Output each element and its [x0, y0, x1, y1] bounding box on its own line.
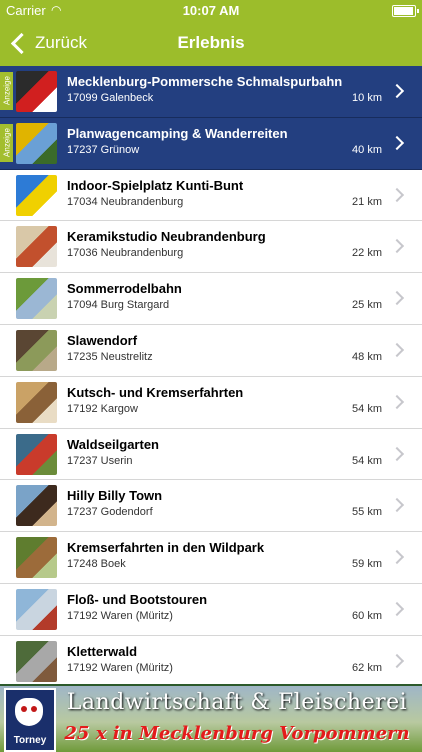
- item-distance: 54 km: [352, 454, 382, 467]
- item-location: 17034 Neubrandenburg: [67, 195, 184, 208]
- ad-label: Anzeige: [2, 76, 12, 105]
- item-title: Kutsch- und Kremserfahrten: [67, 384, 244, 400]
- list-item[interactable]: Waldseilgarten 17237 Userin 54 km: [0, 428, 422, 481]
- item-distance: 48 km: [352, 350, 382, 363]
- item-location: 17235 Neustrelitz: [67, 350, 153, 363]
- item-distance: 40 km: [352, 143, 382, 156]
- brand-logo: Torney: [4, 688, 56, 752]
- item-distance: 60 km: [352, 609, 382, 622]
- item-distance: 62 km: [352, 661, 382, 674]
- thumbnail-image: [16, 381, 57, 423]
- list-item[interactable]: Keramikstudio Neubrandenburg 17036 Neubra…: [0, 221, 422, 274]
- ad-tag: Anzeige: [0, 72, 13, 110]
- item-title: Waldseilgarten: [67, 436, 159, 452]
- thumbnail-image: [16, 278, 57, 320]
- item-distance: 59 km: [352, 558, 382, 571]
- chevron-right-icon: [389, 83, 405, 99]
- thumbnail-image: [16, 174, 57, 216]
- item-title: Mecklenburg-Pommersche Schmalspurbahn: [67, 74, 343, 89]
- thumbnail-image: [16, 71, 57, 112]
- thumbnail-image: [16, 485, 57, 527]
- item-title: Hilly Billy Town: [67, 488, 163, 504]
- item-location: 17192 Waren (Müritz): [67, 609, 173, 622]
- item-location: 17237 Grünow: [67, 143, 140, 156]
- battery-icon: [392, 5, 419, 17]
- item-location: 17237 Godendorf: [67, 506, 153, 519]
- chevron-right-icon: [389, 342, 405, 358]
- item-title: Slawendorf: [67, 332, 138, 348]
- item-title: Sommerrodelbahn: [67, 281, 182, 297]
- item-title: Planwagencamping & Wanderreiten: [67, 125, 288, 141]
- item-title: Indoor-Spielplatz Kunti-Bunt: [67, 177, 244, 193]
- item-location: 17192 Waren (Müritz): [67, 661, 173, 674]
- page-title: Erlebnis: [177, 33, 245, 52]
- thumbnail-image: [16, 537, 57, 579]
- chevron-right-icon: [389, 187, 405, 202]
- list-item[interactable]: Hilly Billy Town 17237 Godendorf 55 km: [0, 480, 422, 533]
- item-location: 17192 Kargow: [67, 402, 138, 415]
- item-distance: 22 km: [352, 247, 382, 260]
- thumbnail-image: [16, 588, 57, 630]
- item-title: Keramikstudio Neubrandenburg: [67, 229, 266, 245]
- chevron-right-icon: [389, 135, 405, 150]
- chevron-right-icon: [389, 239, 405, 254]
- chevron-right-icon: [389, 498, 405, 513]
- item-title: Floß- und Bootstouren: [67, 591, 208, 607]
- banner-headline: Landwirtschaft & Fleischerei: [66, 690, 408, 715]
- list-item[interactable]: Anzeige Planwagencamping & Wanderreiten 17…: [0, 117, 422, 170]
- chevron-right-icon: [389, 291, 405, 306]
- clock: 10:07 AM: [182, 3, 240, 18]
- cow-icon: [15, 698, 43, 726]
- item-location: 17099 Galenbeck: [67, 92, 154, 104]
- list-item[interactable]: Kutsch- und Kremserfahrten 17192 Kargow 54…: [0, 376, 422, 429]
- list-item[interactable]: Indoor-Spielplatz Kunti-Bunt 17034 Neubra…: [0, 169, 422, 222]
- ad-tag: Anzeige: [0, 123, 13, 162]
- ad-label: Anzeige: [2, 127, 12, 157]
- thumbnail-image: [16, 640, 57, 682]
- item-distance: 10 km: [352, 92, 382, 104]
- chevron-right-icon: [389, 446, 405, 461]
- chevron-right-icon: [389, 653, 405, 668]
- banner-subline: 25 x in Mecklenburg Vorpommern: [64, 723, 410, 744]
- status-bar: Carrier ◠ 10:07 AM: [0, 0, 422, 22]
- item-title: Kremserfahrten in den Wildpark: [67, 540, 265, 556]
- item-location: 17036 Neubrandenburg: [67, 247, 184, 260]
- chevron-right-icon: [389, 394, 405, 409]
- thumbnail-image: [16, 329, 57, 371]
- item-title: Kletterwald: [67, 643, 138, 659]
- item-distance: 21 km: [352, 195, 382, 208]
- item-distance: 55 km: [352, 506, 382, 519]
- list-item[interactable]: Kremserfahrten in den Wildpark 17248 Boek…: [0, 532, 422, 584]
- thumbnail-image: [16, 122, 57, 164]
- item-location: 17237 Userin: [67, 454, 133, 467]
- attraction-list: Anzeige Mecklenburg-Pommersche Schmalspur…: [0, 66, 422, 688]
- item-distance: 54 km: [352, 402, 382, 415]
- list-item[interactable]: Slawendorf 17235 Neustrelitz 48 km: [0, 324, 422, 377]
- brand-name: Torney: [13, 735, 47, 746]
- item-location: 17094 Burg Stargard: [67, 299, 170, 312]
- chevron-right-icon: [389, 550, 405, 565]
- chevron-right-icon: [389, 601, 405, 617]
- ad-banner[interactable]: Torney Landwirtschaft & Fleischerei 25 x…: [0, 684, 422, 752]
- thumbnail-image: [16, 226, 57, 268]
- list-item[interactable]: Kletterwald 17192 Waren (Müritz) 62 km: [0, 635, 422, 688]
- list-item[interactable]: Sommerrodelbahn 17094 Burg Stargard 25 km: [0, 273, 422, 325]
- list-item[interactable]: Floß- und Bootstouren 17192 Waren (Müritz…: [0, 583, 422, 636]
- item-location: 17248 Boek: [67, 558, 126, 571]
- item-distance: 25 km: [352, 299, 382, 312]
- thumbnail-image: [16, 433, 57, 475]
- navigation-bar: Carrier ◠ 10:07 AM Zurück Erlebnis: [0, 0, 422, 66]
- list-item[interactable]: Anzeige Mecklenburg-Pommersche Schmalspur…: [0, 66, 422, 118]
